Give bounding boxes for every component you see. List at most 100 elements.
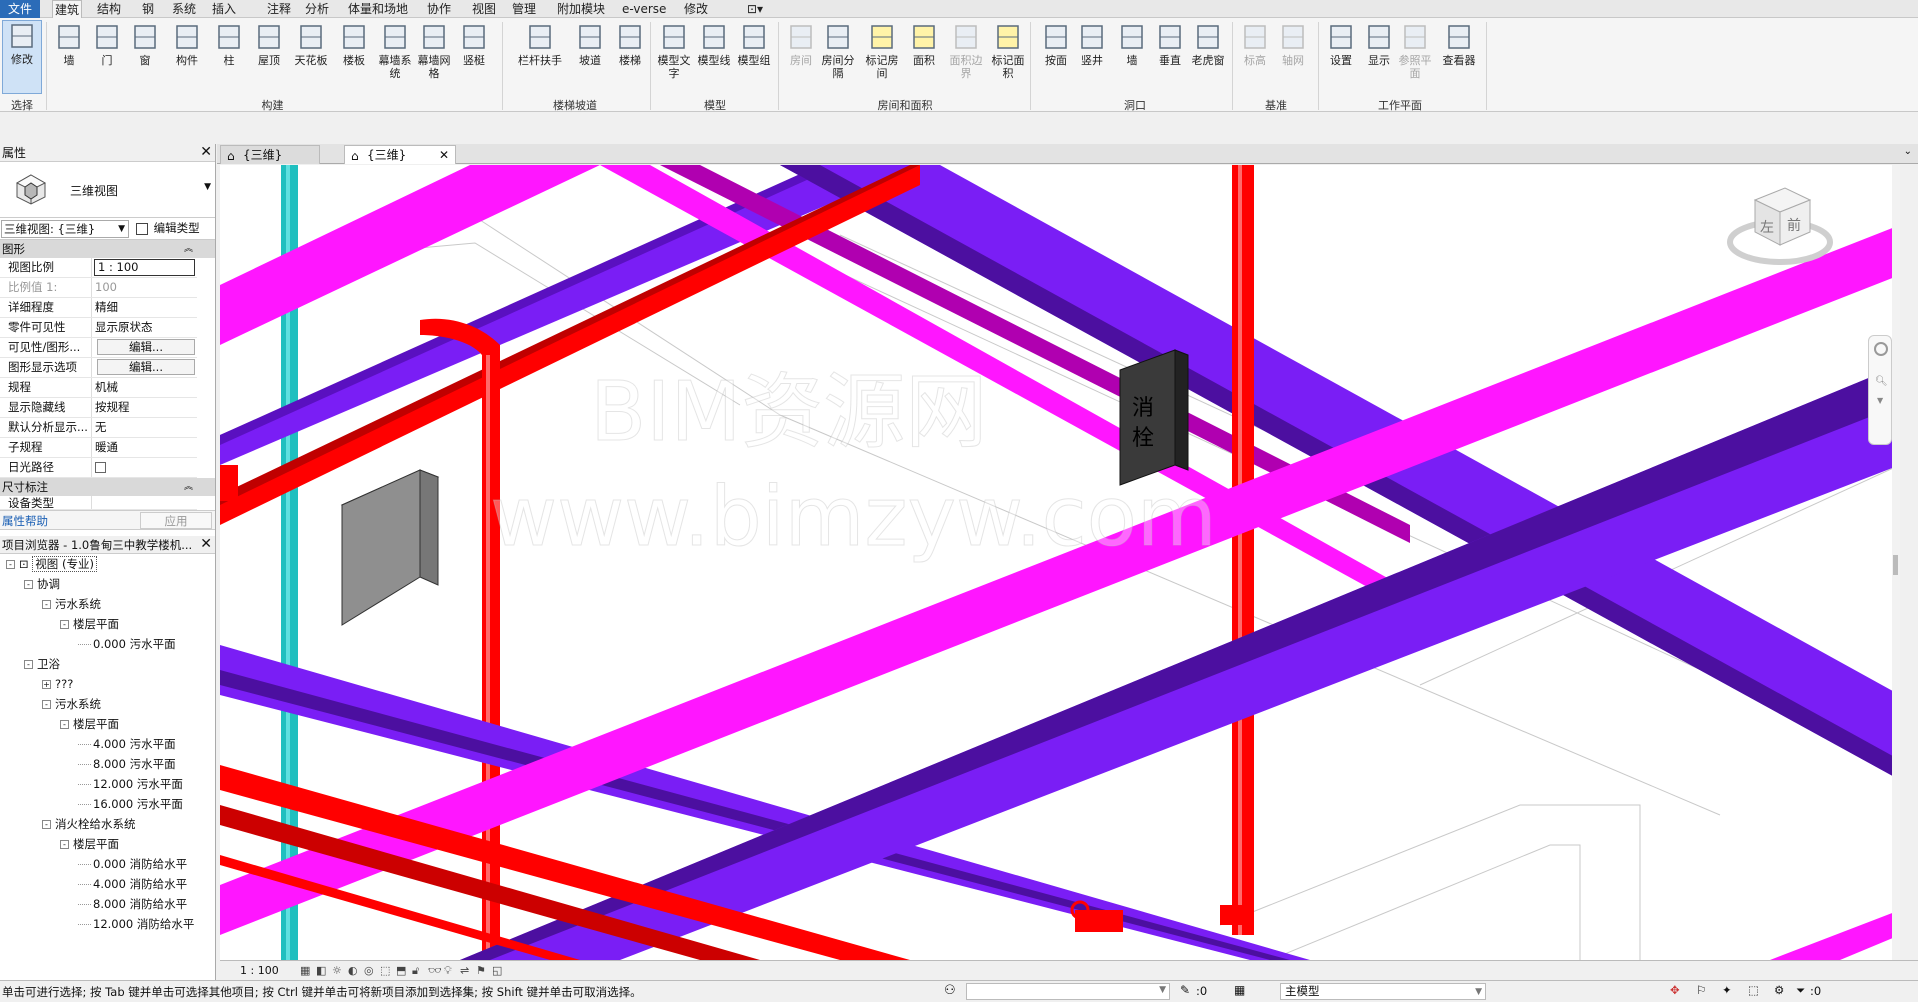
ribbon-button-area[interactable]: 面积 <box>904 22 944 67</box>
property-value[interactable]: 编辑... <box>92 338 197 357</box>
view-scale[interactable]: 1 : 100 <box>240 964 279 977</box>
unlock-3d-icon[interactable]: 🔓︎ <box>412 964 428 978</box>
ribbon-button-door[interactable]: 门 <box>88 22 126 67</box>
select-links-icon[interactable]: ✥ <box>1670 983 1680 997</box>
section-graphics[interactable]: 图形 ︽ <box>0 240 215 258</box>
tab-menu-3[interactable]: 钢 <box>140 0 156 18</box>
tab-menu-4[interactable]: 系统 <box>170 0 198 18</box>
collapse-icon[interactable]: - <box>24 660 33 669</box>
viewcube-left-face[interactable]: 左 <box>1760 217 1774 237</box>
ribbon-button-shaft[interactable]: 竖井 <box>1072 22 1112 67</box>
hydrant-cabinet-left[interactable] <box>341 469 421 626</box>
view-instance-selector[interactable]: 三维视图: {三维} ▼ <box>1 220 129 238</box>
chevron-down-icon[interactable]: ▼ <box>1877 396 1883 405</box>
collapse-icon[interactable]: - <box>60 720 69 729</box>
collapse-icon[interactable]: - <box>42 820 51 829</box>
visual-style-icon[interactable]: ◧ <box>316 964 332 977</box>
expand-icon[interactable]: + <box>42 680 51 689</box>
ribbon-button-stair[interactable]: 楼梯 <box>610 22 650 67</box>
tree-node[interactable]: 8.000 污水平面 <box>0 754 215 774</box>
viewport-scrollbar[interactable] <box>1892 165 1900 960</box>
ribbon-button-vertical[interactable]: 垂直 <box>1150 22 1190 67</box>
ribbon-button-railing[interactable]: 栏杆扶手 <box>510 22 570 67</box>
scrollbar-thumb[interactable] <box>1893 555 1898 575</box>
select-by-face-icon[interactable]: ⬚ <box>1748 983 1759 997</box>
temporary-view-icon[interactable]: ⇌ <box>460 964 476 977</box>
tree-node[interactable]: 16.000 污水平面 <box>0 794 215 814</box>
tree-node[interactable]: - 卫浴 <box>0 654 215 674</box>
shadows-icon[interactable]: ◐ <box>348 964 364 977</box>
ribbon-button-tag-area[interactable]: 标记面积 <box>988 22 1028 80</box>
ribbon-button-mullion[interactable]: 竖梃 <box>455 22 493 67</box>
tree-node[interactable]: 8.000 消防给水平 <box>0 894 215 914</box>
collapse-icon[interactable]: - <box>60 840 69 849</box>
ribbon-button-room-separator[interactable]: 房间分隔 <box>818 22 858 80</box>
steering-wheel-icon[interactable] <box>1874 342 1888 356</box>
ribbon-button-reference-plane[interactable]: 参照平面 <box>1396 22 1434 80</box>
filter-icon[interactable]: ⏷ <box>1796 983 1805 998</box>
tab-menu-5[interactable]: 插入 <box>210 0 238 18</box>
worksharing-display-icon[interactable]: ⚑ <box>476 964 492 977</box>
ribbon-button-model-group[interactable]: 模型组 <box>735 22 773 67</box>
collapse-icon[interactable]: - <box>6 560 15 569</box>
sun-path-icon[interactable]: ☼ <box>332 964 348 977</box>
tab-menu-6[interactable]: 注释 <box>265 0 293 18</box>
collapse-icon[interactable]: - <box>42 700 51 709</box>
ribbon-button-show[interactable]: 显示 <box>1360 22 1398 67</box>
magenta-duct-lower-right[interactable] <box>1770 910 1900 960</box>
type-selector[interactable]: 三维视图 ▼ <box>0 162 215 218</box>
collapse-icon[interactable]: - <box>60 620 69 629</box>
browser-close-icon[interactable]: ✕ <box>200 536 212 552</box>
tree-node[interactable]: - 楼层平面 <box>0 614 215 634</box>
ribbon-button-set[interactable]: 设置 <box>1322 22 1360 67</box>
tab-view-1[interactable]: ⌂ {三维} <box>220 145 320 164</box>
ribbon-button-ramp[interactable]: 坡道 <box>570 22 610 67</box>
render-icon[interactable]: ◎ <box>364 964 380 977</box>
ribbon-button-component[interactable]: 构件 <box>168 22 206 67</box>
ribbon-button-tag-room[interactable]: 标记房间 <box>862 22 902 80</box>
detail-level-icon[interactable]: ▦ <box>300 964 316 977</box>
ribbon-button-curtain-system[interactable]: 幕墙系统 <box>376 22 414 80</box>
tab-menu-10[interactable]: 视图 <box>470 0 498 18</box>
type-dropdown-icon[interactable]: ▼ <box>204 182 211 192</box>
ribbon-button-viewer[interactable]: 查看器 <box>1436 22 1482 67</box>
property-value[interactable] <box>92 458 197 477</box>
sunpath-checkbox[interactable] <box>95 462 106 473</box>
tree-node[interactable]: 4.000 污水平面 <box>0 734 215 754</box>
tree-node[interactable]: - 污水系统 <box>0 594 215 614</box>
3d-viewport[interactable]: 消 栓 BIM资源网 www.bimzyw.com 左 前 🔍︎ ▼ <box>220 165 1900 960</box>
ribbon-button-window[interactable]: 窗 <box>126 22 164 67</box>
tree-node[interactable]: - 楼层平面 <box>0 714 215 734</box>
drag-elements-icon[interactable]: ⚙ <box>1774 983 1784 997</box>
tab-menu-8[interactable]: 体量和场地 <box>346 0 410 18</box>
temporary-hide-icon[interactable]: 👓︎ <box>428 964 444 977</box>
tab-menu-12[interactable]: 附加模块 <box>555 0 607 18</box>
highlight-displacement-icon[interactable]: ◱ <box>492 964 508 977</box>
tree-node[interactable]: 4.000 消防给水平 <box>0 874 215 894</box>
tree-node[interactable]: - 污水系统 <box>0 694 215 714</box>
tree-node[interactable]: - ⊡ 视图 (专业) <box>0 554 215 574</box>
ribbon-button-curtain-grid[interactable]: 幕墙网格 <box>415 22 453 80</box>
properties-help-link[interactable]: 属性帮助 <box>2 513 48 529</box>
property-value[interactable]: 1 : 100 <box>92 258 197 277</box>
tab-menu-14[interactable]: 修改 <box>682 0 710 18</box>
zoom-icon[interactable]: 🔍︎ <box>1875 376 1888 387</box>
tab-menu-1[interactable]: 建筑 <box>52 0 83 18</box>
section-dimensions[interactable]: 尺寸标注 ︽ <box>0 478 215 496</box>
reveal-hidden-icon[interactable]: 💡︎ <box>444 964 460 978</box>
tree-node[interactable]: 12.000 消防给水平 <box>0 914 215 934</box>
ribbon-button-by-face[interactable]: 按面 <box>1036 22 1076 67</box>
select-pinned-icon[interactable]: ✦ <box>1722 983 1732 997</box>
tree-node[interactable]: - 协调 <box>0 574 215 594</box>
collapse-icon[interactable]: - <box>24 580 33 589</box>
ribbon-options-icon[interactable]: ⊡▾ <box>745 0 765 18</box>
ribbon-button-ceiling[interactable]: 天花板 <box>292 22 330 67</box>
property-value[interactable]: 编辑... <box>92 358 197 377</box>
tab-menu-13[interactable]: e-verse <box>620 0 668 18</box>
properties-close-icon[interactable]: ✕ <box>200 144 212 160</box>
ribbon-button-model-text[interactable]: 模型文字 <box>655 22 693 80</box>
ribbon-button-dormer[interactable]: 老虎窗 <box>1188 22 1228 67</box>
ribbon-button-roof[interactable]: 屋顶 <box>250 22 288 67</box>
tree-node[interactable]: +??? <box>0 674 215 694</box>
filter-edit-icon[interactable]: ✎ <box>1180 983 1190 997</box>
